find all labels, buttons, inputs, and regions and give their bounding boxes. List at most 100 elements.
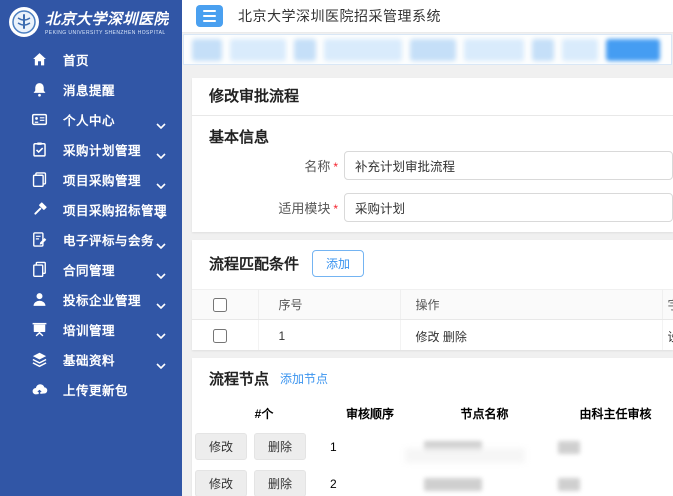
sidebar-item-label: 首页: [63, 50, 89, 69]
match-conditions-card: 流程匹配条件 添加 序号 操作 字 1 修改 删除 设: [192, 240, 673, 350]
sidebar-item-label: 项目采购招标管理: [63, 200, 167, 219]
section-title-process-nodes: 流程节点: [209, 368, 269, 389]
chevron-down-icon: [156, 116, 166, 134]
required-asterisk: *: [333, 202, 338, 216]
gavel-icon: [31, 201, 48, 218]
sidebar-item-training-management[interactable]: 培训管理: [0, 314, 182, 344]
cloud-upload-icon: [31, 381, 48, 398]
sidebar-item-label: 投标企业管理: [63, 290, 141, 309]
column-header-reviewer: 由科主任审核: [545, 399, 673, 428]
chevron-down-icon: [156, 266, 166, 284]
row-checkbox[interactable]: [213, 329, 227, 343]
contract-icon: [31, 261, 48, 278]
match-conditions-table: 序号 操作 字 1 修改 删除 设: [192, 289, 673, 350]
column-header-node-name: 节点名称: [410, 399, 545, 428]
sidebar-item-personal-center[interactable]: 个人中心: [0, 104, 182, 134]
select-all-checkbox[interactable]: [213, 298, 227, 312]
chevron-down-icon: [156, 326, 166, 344]
sidebar-item-label: 采购计划管理: [63, 140, 141, 159]
chevron-down-icon: [156, 176, 166, 194]
sidebar-item-label: 电子评标与会务: [63, 230, 154, 249]
chevron-down-icon: [156, 356, 166, 374]
tab-chip[interactable]: [192, 39, 222, 61]
column-header-order: 审核顺序: [315, 399, 410, 428]
sidebar-item-label: 基础资料: [63, 350, 115, 369]
sidebar: 北京大学深圳医院 PEKING UNIVERSITY SHENZHEN HOSP…: [0, 0, 182, 496]
redacted-value: [558, 441, 580, 454]
column-header-clipped: 字: [662, 290, 673, 320]
redacted-value: [558, 478, 580, 491]
modify-button[interactable]: 修改: [195, 470, 247, 496]
sidebar-item-bidder-management[interactable]: 投标企业管理: [0, 284, 182, 314]
chevron-down-icon: [156, 146, 166, 164]
redacted-node-name: [424, 478, 482, 491]
tab-chip[interactable]: [532, 39, 554, 61]
add-node-link[interactable]: 添加节点: [280, 370, 328, 387]
book-icon: [31, 171, 48, 188]
sidebar-menu: 首页 消息提醒 个人中心 采购计划管理 项目采购管理 项目采购招标管理: [0, 44, 182, 404]
column-header-operation: 操作: [400, 290, 662, 320]
modify-button[interactable]: 修改: [195, 433, 247, 460]
hamburger-menu-button[interactable]: [196, 5, 223, 27]
sidebar-item-procurement-plan[interactable]: 采购计划管理: [0, 134, 182, 164]
column-header-seq: 序号: [258, 290, 400, 320]
order-cell: 1: [315, 428, 410, 465]
tab-bar: [183, 34, 672, 65]
chevron-down-icon: [156, 236, 166, 254]
presentation-icon: [31, 321, 48, 338]
clipboard-check-icon: [31, 141, 48, 158]
redaction-wash: [405, 448, 525, 463]
tab-chip[interactable]: [410, 39, 456, 61]
sidebar-item-label: 培训管理: [63, 320, 115, 339]
tab-chip[interactable]: [294, 39, 316, 61]
page-title: 修改审批流程: [192, 78, 673, 116]
tab-chip[interactable]: [562, 39, 598, 61]
table-row: 修改删除 2: [192, 465, 673, 496]
row-actions[interactable]: 修改 删除: [400, 320, 662, 351]
name-input[interactable]: [344, 151, 673, 180]
sidebar-item-upload-update[interactable]: 上传更新包: [0, 374, 182, 404]
tab-chip-active[interactable]: [606, 39, 660, 61]
required-asterisk: *: [333, 160, 338, 174]
section-title-basic-info: 基本信息: [209, 126, 269, 147]
sidebar-item-label: 上传更新包: [63, 380, 128, 399]
home-icon: [31, 51, 48, 68]
sidebar-item-label: 个人中心: [63, 110, 115, 129]
sidebar-item-messages[interactable]: 消息提醒: [0, 74, 182, 104]
top-bar: 北京大学深圳医院招采管理系统: [182, 0, 673, 33]
delete-button[interactable]: 删除: [254, 470, 306, 496]
seq-cell: 1: [258, 320, 400, 351]
sidebar-item-project-procurement[interactable]: 项目采购管理: [0, 164, 182, 194]
id-card-icon: [31, 111, 48, 128]
sidebar-item-label: 消息提醒: [63, 80, 115, 99]
tab-chip[interactable]: [324, 39, 402, 61]
user-icon: [31, 291, 48, 308]
sidebar-item-bidding-management[interactable]: 项目采购招标管理: [0, 194, 182, 224]
add-condition-button[interactable]: 添加: [312, 250, 364, 277]
sidebar-item-home[interactable]: 首页: [0, 44, 182, 74]
hospital-name: 北京大学深圳医院: [45, 8, 169, 29]
sidebar-item-basic-data[interactable]: 基础资料: [0, 344, 182, 374]
module-field-label: 适用模块*: [192, 198, 338, 217]
delete-button[interactable]: 删除: [254, 433, 306, 460]
hospital-name-en: PEKING UNIVERSITY SHENZHEN HOSPITAL: [45, 30, 169, 36]
table-row: 1 修改 删除 设: [192, 320, 673, 351]
clipped-cell: 设: [662, 320, 673, 351]
hospital-logo: 北京大学深圳医院 PEKING UNIVERSITY SHENZHEN HOSP…: [0, 0, 182, 42]
column-header-actions: #个: [192, 399, 315, 428]
app-title: 北京大学深圳医院招采管理系统: [238, 6, 441, 26]
tab-chip[interactable]: [230, 39, 286, 61]
module-input[interactable]: [344, 193, 673, 222]
bell-icon: [31, 81, 48, 98]
chevron-down-icon: [156, 296, 166, 314]
tab-chip[interactable]: [464, 39, 524, 61]
chevron-down-icon: [156, 206, 166, 224]
sidebar-item-label: 合同管理: [63, 260, 115, 279]
name-field-label: 名称*: [192, 156, 338, 175]
sidebar-item-label: 项目采购管理: [63, 170, 141, 189]
order-cell: 2: [315, 465, 410, 496]
file-pen-icon: [31, 231, 48, 248]
sidebar-item-contract-management[interactable]: 合同管理: [0, 254, 182, 284]
basic-info-card: 修改审批流程 基本信息 名称* 适用模块*: [192, 78, 673, 232]
sidebar-item-e-evaluation[interactable]: 电子评标与会务: [0, 224, 182, 254]
